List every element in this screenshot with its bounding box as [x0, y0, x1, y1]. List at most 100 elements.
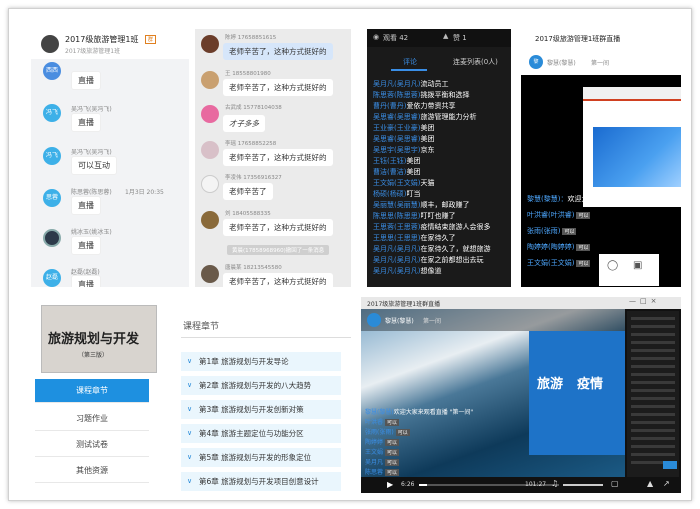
message-bubble: 老师辛苦了	[223, 183, 273, 200]
host-name: 黎慧(黎慧)	[547, 60, 576, 67]
message-bubble: 老师辛苦了，这种方式挺好的	[223, 79, 333, 96]
host-bar: 黎慧(黎慧) 第一间	[361, 309, 625, 331]
message-timestamp: 1月3日 20:35	[125, 189, 164, 196]
list-item: 张雨(张雨) 可以	[527, 227, 577, 235]
message-bubble: 直播	[71, 236, 101, 255]
avatar[interactable]	[201, 35, 219, 53]
like-count: 赞 1	[453, 34, 467, 42]
avatar[interactable]: 赵磊	[43, 269, 61, 287]
list-item: 陈思蓉(陈思蓉)挑拨平衡和选择	[373, 91, 470, 99]
avatar[interactable]: 西西	[43, 62, 61, 80]
list-item: 王文娟(王文娟) 可以	[527, 259, 591, 267]
section-title: 课程章节	[183, 322, 220, 332]
chapter-item[interactable]: 第6章 旅游规划与开发项目创意设计	[181, 472, 341, 491]
share-icon[interactable]: ↗	[663, 479, 670, 488]
player-controls: ▶ 6:26 101:27 ♫ ▢ ▲ ↗	[361, 477, 681, 493]
sender-name: 李瑶 17658852258	[225, 141, 277, 147]
avatar[interactable]: 冯飞	[43, 104, 61, 122]
book-title: 旅游规划与开发	[48, 332, 140, 347]
image-icon[interactable]: ▣	[633, 260, 642, 271]
list-item: 陶婷婷(陶婷婷) 可以	[527, 243, 591, 251]
chat-header: 2017级旅游管理1班 群 2017级旅游管理1班	[31, 29, 189, 59]
list-item: 杨硕(杨硕)叮当	[373, 190, 421, 198]
list-item: 张雨(张雨) 可以	[365, 429, 410, 436]
menu-exercises[interactable]: 习题作业	[35, 407, 149, 431]
window-controls[interactable]: —□×	[629, 297, 660, 305]
book-cover: 旅游规划与开发 （第三版）	[41, 305, 157, 373]
chapter-item[interactable]: 第2章 旅游规划与开发的八大趋势	[181, 376, 341, 395]
slide-title-box: 旅游 疫情	[529, 331, 625, 455]
chapter-item[interactable]: 第3章 旅游规划与开发创新对策	[181, 400, 341, 419]
chapter-item[interactable]: 第5章 旅游规划与开发的形象定位	[181, 448, 341, 467]
list-item: 王业豪(王业豪)美团	[373, 124, 435, 132]
avatar[interactable]	[201, 265, 219, 283]
group-chat-panel: 2017级旅游管理1班 群 2017级旅游管理1班 西西 直播 冯飞 吴冯飞(吴…	[31, 29, 189, 287]
chapter-item[interactable]: 第1章 旅游规划与开发导论	[181, 352, 341, 371]
avatar[interactable]: 思蓉	[43, 189, 61, 207]
list-item: 黎慧(黎慧)：欢迎大家来观看直播 "第一间"	[527, 195, 661, 203]
thumbs-up-icon: ▲	[443, 32, 449, 40]
time-total: 101:27	[525, 481, 547, 488]
sender-name: 吴冯飞(吴冯飞)	[71, 149, 112, 156]
host-room: 第一间	[591, 60, 610, 67]
thumbs-up-icon[interactable]: ▲	[647, 479, 653, 488]
side-chat-column	[627, 311, 679, 477]
side-chat-lines	[631, 317, 675, 467]
slide-title-a: 旅游	[537, 377, 564, 392]
sender-name: 王 18558801980	[225, 71, 271, 77]
section-divider	[181, 337, 351, 338]
avatar[interactable]	[201, 141, 219, 159]
list-item: 陶婷婷 可以	[365, 439, 400, 446]
time-current: 6:26	[401, 481, 415, 488]
avatar[interactable]	[43, 229, 61, 247]
host-avatar[interactable]: 黎	[529, 55, 543, 69]
presentation-slide	[583, 87, 681, 207]
sender-name: 唐晨某 18213545580	[225, 265, 282, 271]
host-avatar[interactable]	[367, 313, 381, 327]
chapter-item[interactable]: 第4章 旅游主题定位与功能分区	[181, 424, 341, 443]
menu-course-chapters[interactable]: 课程章节	[35, 379, 149, 403]
live-broadcast-panel: 2017级旅游管理1班群直播 黎 黎慧(黎慧) 第一间 黎慧(黎慧)：欢迎大家来…	[521, 29, 681, 287]
fullscreen-icon[interactable]: ▢	[611, 479, 619, 488]
tab-online-list[interactable]: 连麦列表(0人)	[453, 57, 498, 67]
menu-other-resources[interactable]: 其他资源	[35, 459, 149, 483]
list-item: 吴月凡(吴月凡)在家之前都想出去玩	[373, 256, 484, 264]
message-bubble: 直播	[71, 113, 101, 132]
message-bubble: 才子多多	[223, 115, 265, 132]
slide-title-b: 疫情	[577, 377, 604, 392]
message-bubble: 老师辛苦了，这种方式挺好的	[223, 43, 333, 60]
play-icon[interactable]: ▶	[387, 480, 393, 489]
list-item: 王思蓉(王思蓉)疫情结束旅游人会很多	[373, 223, 491, 231]
list-item: 王文娟(王文娟)天猫	[373, 179, 435, 187]
volume-slider[interactable]	[563, 484, 603, 486]
sender-name: 吴冯飞(吴冯飞)	[71, 106, 112, 113]
avatar[interactable]	[201, 71, 219, 89]
avatar[interactable]	[201, 175, 219, 193]
send-button[interactable]	[663, 461, 677, 469]
message-bubble: 老师辛苦了，这种方式挺好的	[223, 273, 333, 287]
live-comments-panel: ◉ 观看 42 ▲ 赞 1 评论 连麦列表(0人) 吴月凡(吴月凡)流动员工 陈…	[367, 29, 511, 287]
message-bubble: 直播	[71, 275, 101, 287]
progress-fill	[419, 484, 428, 486]
host-bar: 黎 黎慧(黎慧) 第一间	[521, 47, 681, 75]
avatar[interactable]	[201, 211, 219, 229]
group-avatar[interactable]	[41, 35, 59, 53]
eye-icon: ◉	[373, 33, 380, 41]
avatar[interactable]: 冯飞	[43, 147, 61, 165]
tab-comments[interactable]: 评论	[403, 57, 417, 67]
host-name: 黎慧(黎慧)	[385, 318, 414, 325]
list-item: 吴思睿(吴思睿)旅游管理能力分析	[373, 113, 477, 121]
avatar[interactable]	[201, 105, 219, 123]
video-area: 黎慧(黎慧) 第一间 旅游 疫情 黎慧(黎慧)欢迎大家来观看直播 "第一间" 叶…	[361, 309, 625, 477]
host-room: 第一间	[423, 318, 442, 325]
menu-tests[interactable]: 测试试卷	[35, 433, 149, 457]
mic-icon[interactable]: ◯	[607, 260, 618, 271]
volume-icon[interactable]: ♫	[551, 479, 558, 488]
slide-accent-bar	[583, 87, 681, 101]
list-item: 叶洪睿(叶洪睿) 可以	[527, 211, 591, 219]
view-count: 观看 42	[383, 34, 409, 42]
list-item: 曹丹(曹丹)爱依力带资共享	[373, 102, 456, 110]
message-bubble: 老师辛苦了，这种方式挺好的	[223, 219, 333, 236]
list-item: 陈思蓉 可以	[365, 469, 400, 476]
sender-name: 古武成 15778104038	[225, 105, 282, 111]
